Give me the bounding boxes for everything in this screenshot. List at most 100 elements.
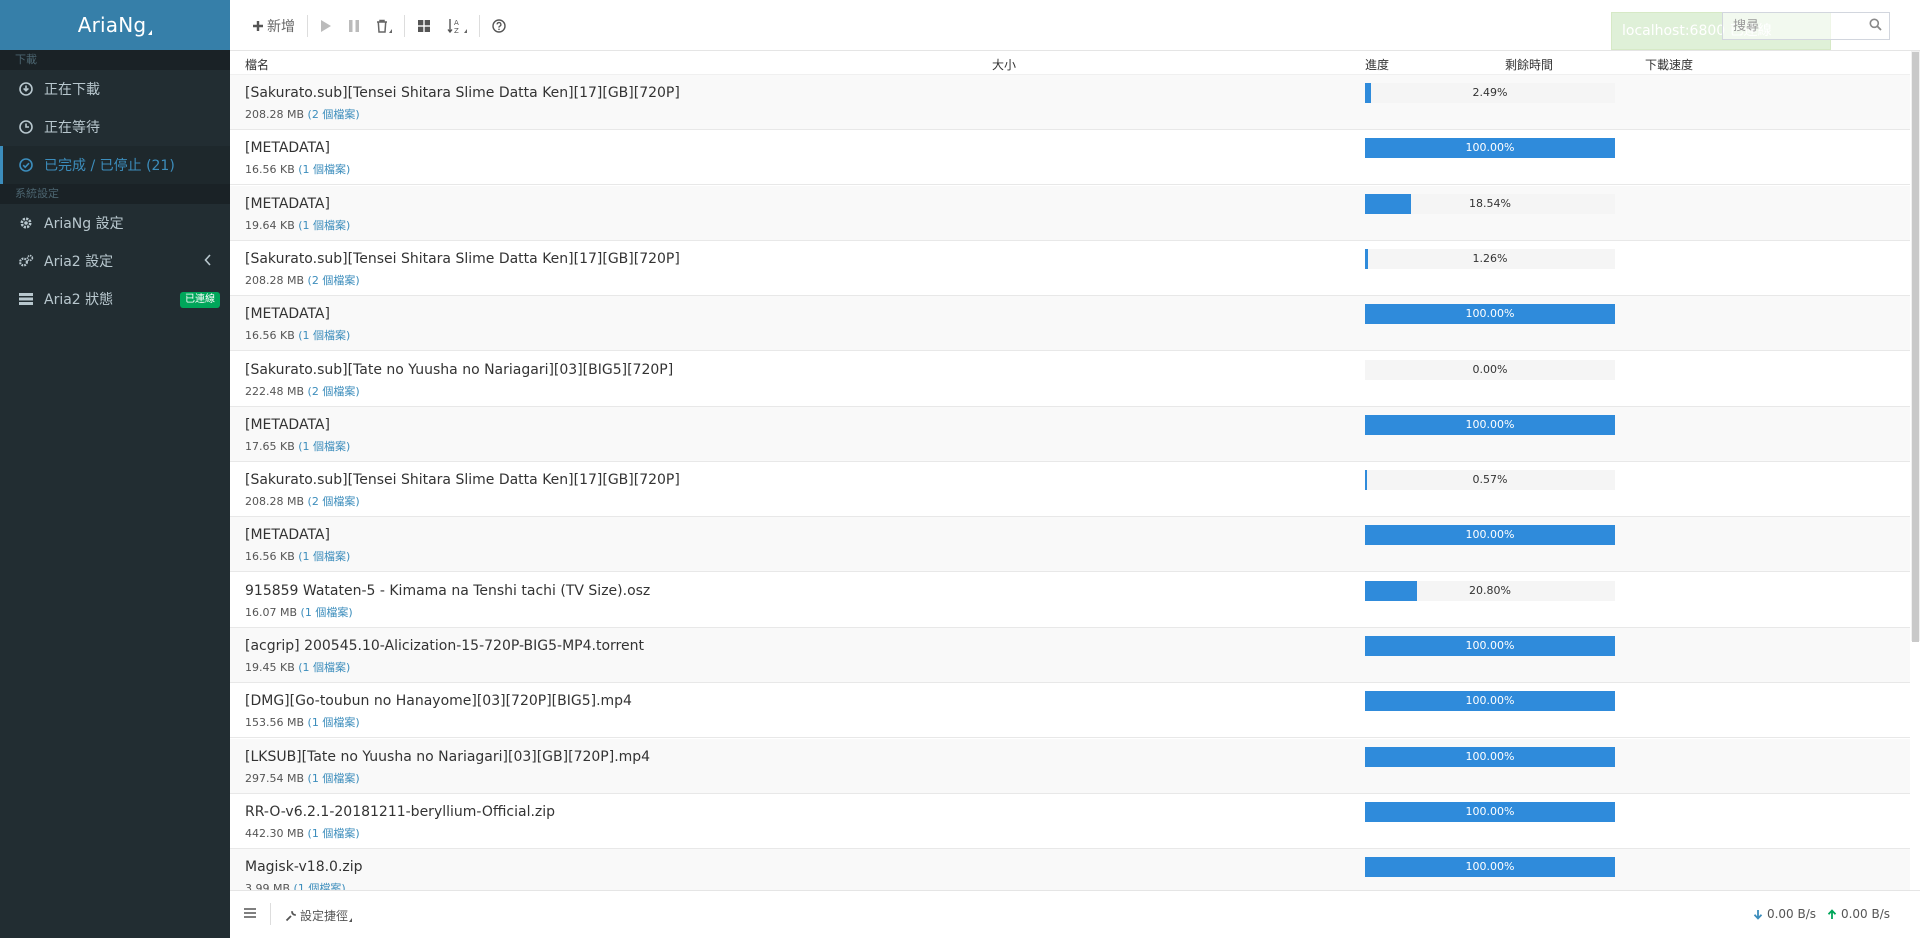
task-row[interactable]: [Sakurato.sub][Tensei Shitara Slime Datt… — [230, 241, 1910, 296]
task-size: 3.99 MB — [245, 882, 291, 890]
progress-bar: 100.00% — [1365, 304, 1615, 324]
task-meta: 297.54 MB (1 個檔案) — [245, 770, 360, 786]
gears-icon — [18, 253, 34, 269]
task-name[interactable]: [METADATA] — [245, 527, 330, 543]
task-row[interactable]: [METADATA] 17.65 KB (1 個檔案) 100.00% — [230, 407, 1910, 462]
task-row[interactable]: [LKSUB][Tate no Yuusha no Nariagari][03]… — [230, 739, 1910, 794]
help-button[interactable] — [484, 14, 514, 38]
progress-text: 100.00% — [1465, 805, 1515, 818]
task-files-link[interactable]: (1 個檔案) — [298, 219, 350, 232]
task-size: 442.30 MB — [245, 827, 305, 840]
quick-settings-button[interactable]: 設定捷徑 — [285, 907, 353, 924]
task-name[interactable]: RR-O-v6.2.1-20181211-beryllium-Official.… — [245, 804, 555, 820]
task-name[interactable]: [DMG][Go-toubun no Hanayome][03][720P][B… — [245, 693, 632, 709]
task-row[interactable]: [Sakurato.sub][Tensei Shitara Slime Datt… — [230, 75, 1910, 130]
task-files-link[interactable]: (1 個檔案) — [298, 329, 350, 342]
sidebar-item-stopped[interactable]: 已完成 / 已停止 (21) — [0, 146, 230, 184]
app-logo[interactable]: AriaNg — [0, 0, 230, 50]
start-button[interactable] — [312, 14, 340, 38]
task-files-link[interactable]: (1 個檔案) — [298, 550, 350, 563]
column-remaining[interactable]: 剩餘時間 — [1505, 56, 1553, 73]
progress-text: 100.00% — [1465, 860, 1515, 873]
quick-settings-label: 設定捷徑 — [300, 909, 349, 923]
task-name[interactable]: [METADATA] — [245, 306, 330, 322]
task-size: 297.54 MB — [245, 772, 305, 785]
column-size[interactable]: 大小 — [992, 56, 1016, 73]
progress-bar: 0.57% — [1365, 470, 1615, 490]
task-row[interactable]: Magisk-v18.0.zip 3.99 MB (1 個檔案) 100.00% — [230, 849, 1910, 890]
task-name[interactable]: [Sakurato.sub][Tensei Shitara Slime Datt… — [245, 85, 680, 101]
sidebar-item-ariang-settings[interactable]: AriaNg 設定 — [0, 204, 230, 242]
task-meta: 208.28 MB (2 個檔案) — [245, 272, 360, 288]
task-row[interactable]: RR-O-v6.2.1-20181211-beryllium-Official.… — [230, 794, 1910, 849]
task-files-link[interactable]: (1 個檔案) — [308, 716, 360, 729]
display-mode-button[interactable] — [409, 14, 439, 38]
task-name[interactable]: [Sakurato.sub][Tensei Shitara Slime Datt… — [245, 251, 680, 267]
column-speed[interactable]: 下載速度 — [1645, 56, 1693, 73]
task-name[interactable]: [METADATA] — [245, 140, 330, 156]
task-files-link[interactable]: (1 個檔案) — [301, 606, 353, 619]
task-name[interactable]: [acgrip] 200545.10-Alicization-15-720P-B… — [245, 638, 644, 654]
task-name[interactable]: 915859 Wataten-5 - Kimama na Tenshi tach… — [245, 583, 650, 599]
task-files-link[interactable]: (1 個檔案) — [298, 440, 350, 453]
task-row[interactable]: [METADATA] 16.56 KB (1 個檔案) 100.00% — [230, 517, 1910, 572]
search-icon[interactable] — [1869, 18, 1882, 35]
task-files-link[interactable]: (2 個檔案) — [308, 108, 360, 121]
upload-speed: 0.00 B/s — [1827, 907, 1890, 921]
progress-text: 100.00% — [1465, 639, 1515, 652]
add-task-label: 新增 — [267, 19, 295, 35]
sidebar-item-waiting[interactable]: 正在等待 — [0, 108, 230, 146]
sidebar-item-label: Aria2 設定 — [44, 254, 114, 270]
svg-text:A: A — [454, 19, 459, 27]
progress-text: 100.00% — [1465, 694, 1515, 707]
search-input[interactable] — [1722, 12, 1890, 40]
column-name[interactable]: 檔名 — [245, 56, 269, 73]
task-row[interactable]: [Sakurato.sub][Tate no Yuusha no Nariaga… — [230, 352, 1910, 407]
sidebar-item-aria2-settings[interactable]: Aria2 設定 — [0, 242, 230, 280]
caret-down-icon — [389, 29, 392, 33]
progress-bar: 20.80% — [1365, 581, 1615, 601]
sidebar-item-aria2-status[interactable]: Aria2 狀態 已連線 — [0, 280, 230, 318]
task-row[interactable]: 915859 Wataten-5 - Kimama na Tenshi tach… — [230, 573, 1910, 628]
task-name[interactable]: Magisk-v18.0.zip — [245, 859, 363, 875]
task-row[interactable]: [METADATA] 19.64 KB (1 個檔案) 18.54% — [230, 186, 1910, 241]
pause-button[interactable] — [340, 14, 368, 38]
progress-bar: 1.26% — [1365, 249, 1615, 269]
app-title: AriaNg — [77, 13, 147, 37]
task-meta: 16.56 KB (1 個檔案) — [245, 161, 350, 177]
sidebar-item-downloading[interactable]: 正在下載 — [0, 70, 230, 108]
task-name[interactable]: [Sakurato.sub][Tensei Shitara Slime Datt… — [245, 472, 680, 488]
progress-bar: 100.00% — [1365, 636, 1615, 656]
caret-down-icon — [148, 29, 153, 35]
delete-button[interactable] — [368, 14, 400, 38]
task-size: 16.56 KB — [245, 163, 295, 176]
task-row[interactable]: [acgrip] 200545.10-Alicization-15-720P-B… — [230, 628, 1910, 683]
menu-icon[interactable] — [244, 907, 256, 921]
task-row[interactable]: [METADATA] 16.56 KB (1 個檔案) 100.00% — [230, 130, 1910, 185]
add-task-button[interactable]: 新增 — [244, 14, 303, 38]
task-files-link[interactable]: (1 個檔案) — [308, 772, 360, 785]
task-row[interactable]: [Sakurato.sub][Tensei Shitara Slime Datt… — [230, 462, 1910, 517]
task-name[interactable]: [METADATA] — [245, 196, 330, 212]
task-files-link[interactable]: (2 個檔案) — [308, 385, 360, 398]
task-name[interactable]: [LKSUB][Tate no Yuusha no Nariagari][03]… — [245, 749, 650, 765]
task-files-link[interactable]: (1 個檔案) — [298, 661, 350, 674]
caret-down-icon — [349, 917, 353, 922]
task-meta: 222.48 MB (2 個檔案) — [245, 383, 360, 399]
task-files-link[interactable]: (2 個檔案) — [308, 495, 360, 508]
task-name[interactable]: [METADATA] — [245, 417, 330, 433]
task-files-link[interactable]: (2 個檔案) — [308, 274, 360, 287]
task-files-link[interactable]: (1 個檔案) — [298, 163, 350, 176]
column-progress[interactable]: 進度 — [1365, 56, 1389, 73]
task-name[interactable]: [Sakurato.sub][Tate no Yuusha no Nariaga… — [245, 362, 673, 378]
caret-down-icon — [464, 29, 467, 33]
task-files-link[interactable]: (1 個檔案) — [308, 827, 360, 840]
task-meta: 208.28 MB (2 個檔案) — [245, 493, 360, 509]
arrow-down-icon — [1753, 909, 1763, 920]
task-row[interactable]: [DMG][Go-toubun no Hanayome][03][720P][B… — [230, 683, 1910, 738]
sort-button[interactable]: AZ — [439, 14, 475, 38]
task-row[interactable]: [METADATA] 16.56 KB (1 個檔案) 100.00% — [230, 296, 1910, 351]
toolbar-divider — [307, 15, 308, 37]
scrollbar-thumb[interactable] — [1912, 52, 1919, 642]
task-files-link[interactable]: (1 個檔案) — [294, 882, 346, 890]
